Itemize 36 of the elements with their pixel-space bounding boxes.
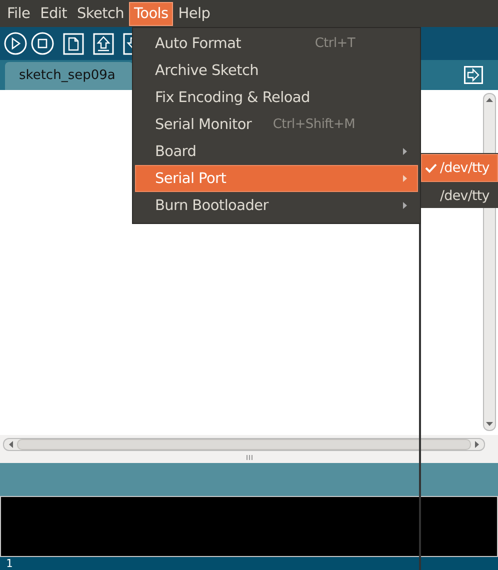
- menu-item[interactable]: File: [2, 2, 36, 26]
- menu-item-label: /dev/tty: [440, 188, 490, 204]
- scrollbar-thumb[interactable]: [17, 439, 471, 450]
- menu-item[interactable]: Burn Bootloader: [135, 192, 418, 219]
- menu-item-label: Burn Bootloader: [155, 198, 270, 214]
- tab[interactable]: sketch_sep09a: [5, 62, 133, 90]
- upload-icon[interactable]: [93, 32, 114, 54]
- scroll-left-icon[interactable]: [7, 439, 15, 450]
- menu-item-label: Archive Sketch: [155, 62, 260, 78]
- horizontal-scrollbar[interactable]: [3, 438, 485, 451]
- menu-item[interactable]: Fix Encoding & Reload: [135, 84, 418, 111]
- menu-item[interactable]: Help: [173, 2, 216, 26]
- menu-item-label: /dev/tty: [440, 160, 490, 176]
- menu-item-label: Auto Format: [155, 36, 242, 52]
- menu-item[interactable]: Serial Monitor Ctrl+Shift+M: [135, 111, 418, 138]
- scroll-down-icon[interactable]: [484, 420, 495, 428]
- menu-item[interactable]: Board: [135, 138, 418, 165]
- menu-item[interactable]: Archive Sketch: [135, 57, 418, 84]
- scroll-right-icon[interactable]: [473, 439, 481, 450]
- document-icon[interactable]: [63, 32, 84, 54]
- splitter-handle-icon[interactable]: [246, 455, 252, 460]
- shortcut-label: Ctrl+T: [314, 36, 355, 51]
- menu-item[interactable]: Sketch: [72, 2, 130, 26]
- menu-item-label: Board: [155, 144, 198, 160]
- menu-item[interactable]: /dev/tty: [421, 182, 498, 208]
- menu-item[interactable]: Edit: [35, 2, 72, 26]
- checkmark-icon: [425, 163, 437, 173]
- run-icon[interactable]: [4, 32, 27, 55]
- scroll-up-icon[interactable]: [484, 96, 495, 104]
- menu-item-label: Fix Encoding & Reload: [155, 90, 311, 106]
- shortcut-label: Ctrl+Shift+M: [272, 117, 355, 132]
- stop-icon[interactable]: [31, 32, 54, 55]
- arrow-right-icon[interactable]: [464, 66, 483, 84]
- line-number: 1: [6, 557, 13, 570]
- menu-item-label: Serial Monitor: [155, 116, 253, 132]
- menu-item-label: Serial Port: [155, 170, 228, 186]
